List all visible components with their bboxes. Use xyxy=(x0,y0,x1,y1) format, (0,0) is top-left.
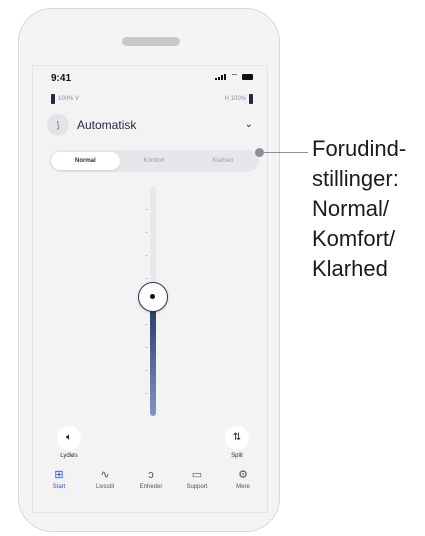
pulse-icon: ∿ xyxy=(100,469,110,481)
hearing-aid-icon: ↄ xyxy=(148,469,154,481)
program-selector[interactable]: ⟆ Automatisk ⌄ xyxy=(47,114,255,138)
status-bar: 9:41 ⌔ xyxy=(33,66,267,90)
hearing-program-icon: ⟆ xyxy=(47,114,69,136)
gear-icon: ⚙︎ xyxy=(238,469,248,481)
hearing-aid-battery-row: 100% V H 100% xyxy=(33,93,267,107)
volume-slider[interactable] xyxy=(138,186,168,416)
tab-label: Livsstil xyxy=(95,484,114,490)
tab-start[interactable]: ⊞ Start xyxy=(39,468,79,490)
phone-speaker xyxy=(122,37,180,46)
signal-icon xyxy=(215,74,227,80)
slider-tick xyxy=(145,324,148,325)
status-time: 9:41 xyxy=(51,73,72,84)
right-battery-label: H 100% xyxy=(224,96,246,102)
tab-mere[interactable]: ⚙︎ Mere xyxy=(223,468,263,490)
slider-tick xyxy=(145,278,148,279)
phone-battery-icon xyxy=(242,74,253,80)
callout-line xyxy=(262,152,308,153)
right-battery: H 100% xyxy=(225,94,253,104)
tab-enheder[interactable]: ↄ Enheder xyxy=(131,468,171,490)
chevron-down-icon[interactable]: ⌄ xyxy=(245,119,253,130)
app-screen: 9:41 ⌔ 100% V H 100% ⟆ Automatisk ⌄ Norm… xyxy=(32,65,268,513)
preset-normal[interactable]: Normal xyxy=(51,152,120,170)
left-battery-label: 100% V xyxy=(58,96,80,102)
tab-label: Support xyxy=(186,484,208,490)
bottom-tab-bar: ⊞ Start ∿ Livsstil ↄ Enheder ▭ Support ⚙… xyxy=(33,458,267,512)
tab-livsstil[interactable]: ∿ Livsstil xyxy=(85,468,125,490)
split-action[interactable]: ⇅ Split xyxy=(217,426,257,459)
speaker-mute-icon[interactable]: 🔈︎ xyxy=(57,426,81,450)
tab-label: Mere xyxy=(236,484,250,490)
tab-label: Start xyxy=(52,484,66,490)
preset-komfort[interactable]: Komfort xyxy=(120,152,189,170)
tab-support[interactable]: ▭ Support xyxy=(177,468,217,490)
slider-tick xyxy=(145,255,148,256)
grid-icon: ⊞ xyxy=(54,469,64,481)
slider-knob[interactable] xyxy=(138,282,168,312)
phone-frame: 9:41 ⌔ 100% V H 100% ⟆ Automatisk ⌄ Norm… xyxy=(18,8,280,532)
mute-action[interactable]: 🔈︎ Lydløs xyxy=(49,426,89,459)
slider-tick xyxy=(145,370,148,371)
preset-segmented-control: Normal Komfort Klarhed xyxy=(49,150,259,172)
wifi-icon: ⌔ xyxy=(230,72,238,81)
slider-tick xyxy=(145,347,148,348)
program-label: Automatisk xyxy=(77,118,137,132)
callout-text: Forudind- stillinger: Normal/ Komfort/ K… xyxy=(312,136,407,281)
left-battery-icon xyxy=(51,94,55,104)
slider-tick xyxy=(145,393,148,394)
slider-knob-dot xyxy=(150,294,155,299)
slider-tick xyxy=(145,232,148,233)
split-arrows-icon[interactable]: ⇅ xyxy=(225,426,249,450)
right-battery-icon xyxy=(249,94,253,104)
preset-klarhed[interactable]: Klarhed xyxy=(188,152,257,170)
status-icons: ⌔ xyxy=(215,72,253,81)
tab-label: Enheder xyxy=(139,484,163,490)
left-battery: 100% V xyxy=(51,94,79,104)
slider-fill xyxy=(150,297,156,416)
chat-bubble-icon: ▭ xyxy=(191,469,203,481)
slider-tick xyxy=(145,209,148,210)
